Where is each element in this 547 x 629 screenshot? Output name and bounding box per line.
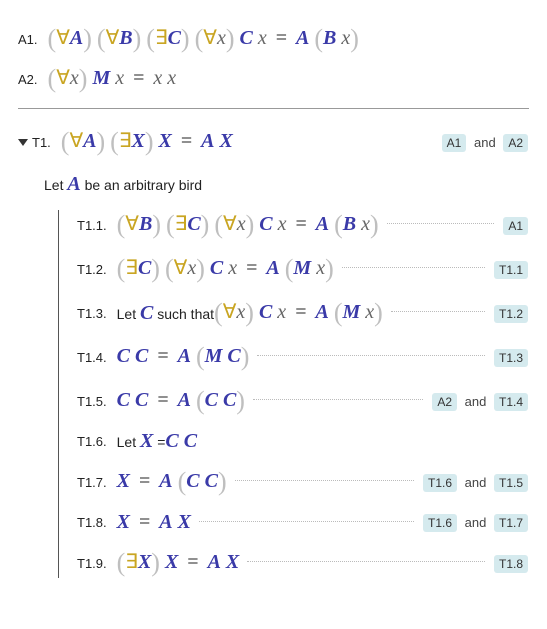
step-t1-7: T1.7. X = A (C C) T1.6 and T1.5 xyxy=(77,467,529,497)
step-t1-2: T1.2. (∃C) (∀x) C x = A (M x) T1.1 xyxy=(77,254,529,284)
step-t1-1: T1.1. (∀B) (∃C) (∀x) C x = A (B x) A1 xyxy=(77,210,529,240)
step-t1-6: T1.6. Let X = C C xyxy=(77,430,529,453)
ref-t1-8[interactable]: T1.8 xyxy=(494,555,528,573)
ref-a2[interactable]: A2 xyxy=(503,134,528,152)
step-t1-8: T1.8. X = A X T1.6 and T1.7 xyxy=(77,511,529,534)
ref-a1[interactable]: A1 xyxy=(442,134,467,152)
ref-a2[interactable]: A2 xyxy=(432,393,457,411)
axiom-a1-label: A1. xyxy=(18,32,38,47)
proof-block: T1.1. (∀B) (∃C) (∀x) C x = A (B x) A1 T1… xyxy=(58,210,529,578)
ref-t1-2[interactable]: T1.2 xyxy=(494,305,528,323)
step-t1-3: T1.3. Let C such that (∀x) C x = A (M x)… xyxy=(77,298,529,328)
ref-t1-3[interactable]: T1.3 xyxy=(494,349,528,367)
axiom-a2: A2. (∀x) M x = x x xyxy=(18,64,529,94)
axiom-a2-formula: (∀x) M x = x x xyxy=(48,64,177,94)
step-t1-4: T1.4. C C = A (M C) T1.3 xyxy=(77,342,529,372)
collapse-toggle-icon[interactable] xyxy=(18,139,28,146)
ref-a1[interactable]: A1 xyxy=(503,217,528,235)
ref-t1-6[interactable]: T1.6 xyxy=(423,514,457,532)
theorem-t1: T1. (∀A) (∃X) X = A X A1 and A2 xyxy=(18,127,529,157)
step-t1-9: T1.9. (∃X) X = A X T1.8 xyxy=(77,548,529,578)
ref-t1-4[interactable]: T1.4 xyxy=(494,393,528,411)
ref-t1-6[interactable]: T1.6 xyxy=(423,474,457,492)
ref-t1-5[interactable]: T1.5 xyxy=(494,474,528,492)
axiom-a1: A1. (∀A) (∀B) (∃C) (∀x) C x = A (B x) xyxy=(18,24,529,54)
divider xyxy=(18,108,529,109)
theorem-t1-label: T1. xyxy=(32,135,51,150)
axiom-a1-formula: (∀A) (∀B) (∃C) (∀x) C x = A (B x) xyxy=(48,24,359,54)
step-t1-5: T1.5. C C = A (C C) A2 and T1.4 xyxy=(77,386,529,416)
theorem-t1-justification: A1 and A2 xyxy=(441,135,529,150)
ref-t1-7[interactable]: T1.7 xyxy=(494,514,528,532)
let-a-row: Let A be an arbitrary bird xyxy=(44,173,529,196)
theorem-t1-formula: (∀A) (∃X) X = A X xyxy=(61,127,233,157)
axiom-a2-label: A2. xyxy=(18,72,38,87)
ref-t1-1[interactable]: T1.1 xyxy=(494,261,528,279)
